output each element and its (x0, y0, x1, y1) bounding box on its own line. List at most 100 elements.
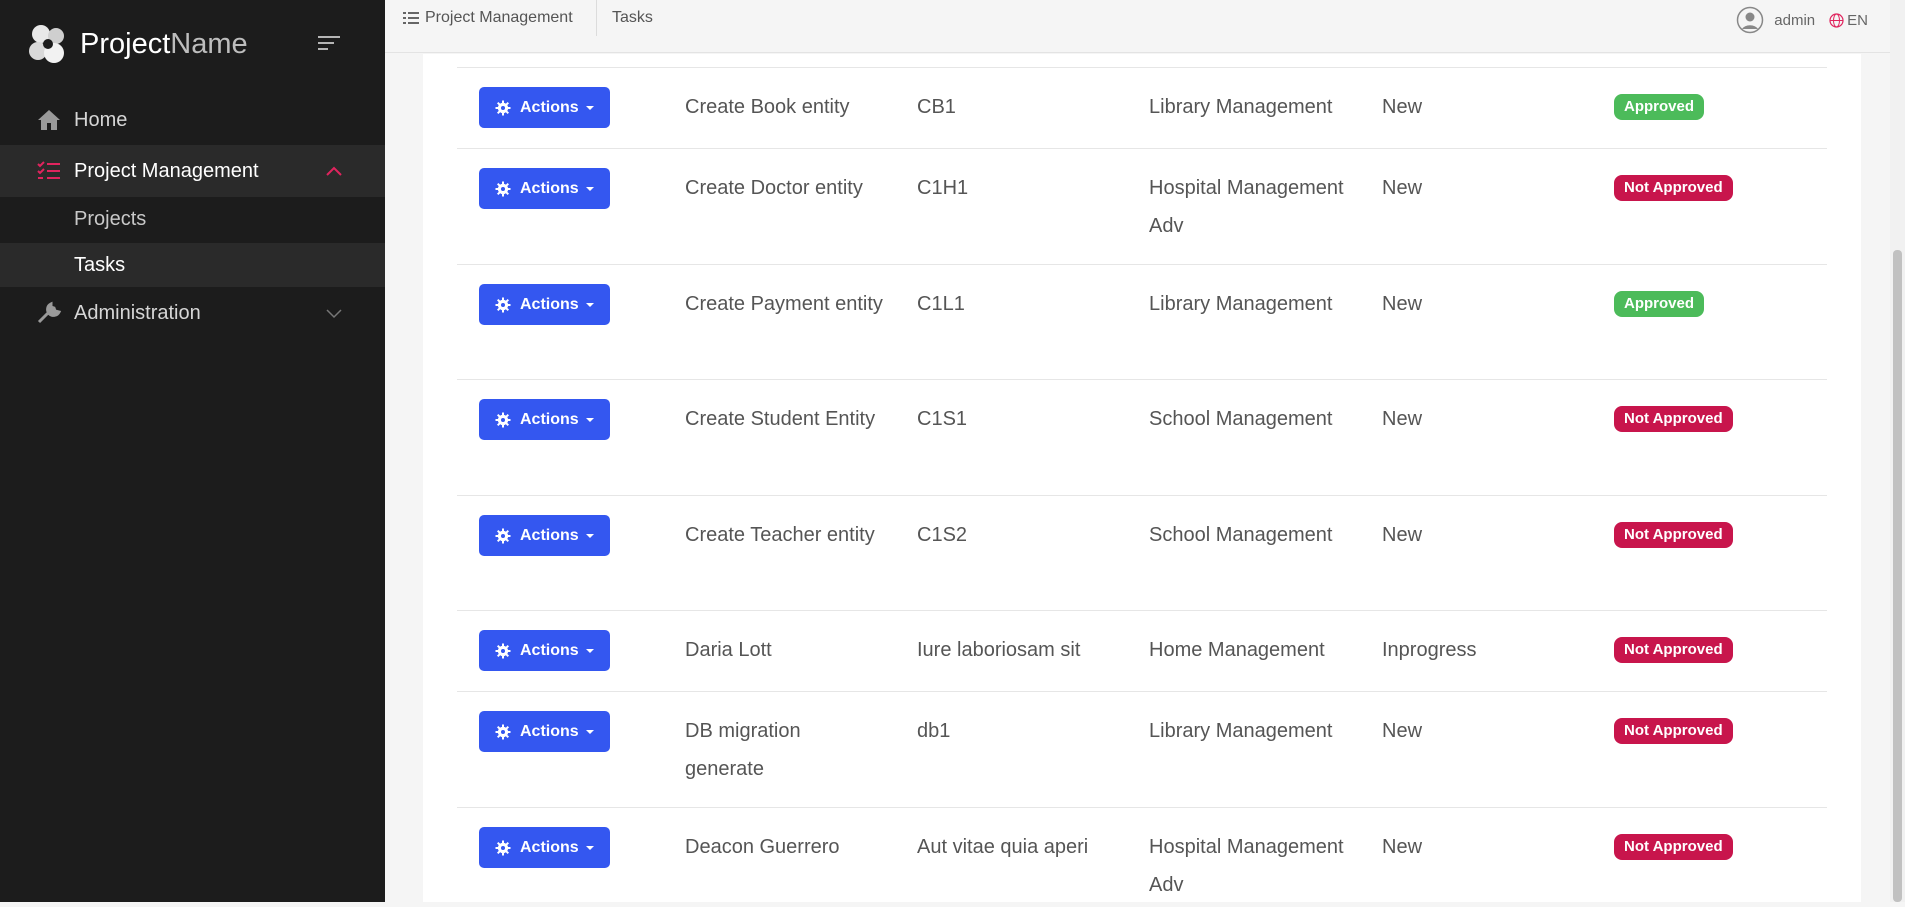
top-bar: Project Management Tasks admin EN (385, 0, 1890, 53)
task-name: Create Student Entity (685, 408, 876, 430)
actions-label: Actions (520, 641, 579, 659)
task-code: db1 (917, 720, 951, 742)
task-status: New (1382, 720, 1423, 742)
gear-icon (495, 412, 511, 427)
sidebar-toggle-icon[interactable] (318, 36, 340, 54)
task-code: C1H1 (917, 177, 969, 199)
table-row: Actions Create Payment entity C1L1 Library … (457, 264, 1827, 379)
task-status: New (1382, 293, 1423, 315)
gear-icon (495, 724, 511, 739)
task-code: Aut vitae quia aperi (917, 836, 1089, 858)
table-row: Actions DB migration generate db1 Library M… (457, 691, 1827, 807)
globe-icon (1829, 12, 1844, 28)
language-selector[interactable]: EN (1847, 12, 1868, 29)
approval-badge: Not Approved (1614, 834, 1733, 860)
caret-down-icon (585, 105, 594, 110)
actions-label: Actions (520, 410, 579, 428)
approval-badge: Not Approved (1614, 522, 1733, 548)
table-row: Actions Create Teacher entity C1S2 School M… (457, 495, 1827, 610)
task-status: New (1382, 177, 1423, 199)
sidebar-subitem-label: Projects (74, 208, 147, 230)
breadcrumb-divider (596, 0, 597, 36)
user-menu[interactable]: admin EN (1736, 6, 1890, 34)
breadcrumb-project-management[interactable]: Project Management (403, 0, 573, 36)
table-row: Actions Create Book entity CB1 Library Mana… (457, 67, 1827, 148)
actions-dropdown-button[interactable]: Actions (479, 284, 610, 325)
task-name: DB migration generate (685, 720, 801, 780)
actions-dropdown-button[interactable]: Actions (479, 711, 610, 752)
page-scrollbar[interactable] (1890, 0, 1905, 902)
breadcrumb-label: Tasks (612, 9, 653, 26)
sidebar-subitem-projects[interactable]: Projects (0, 197, 385, 241)
actions-label: Actions (520, 722, 579, 740)
sidebar-item-home[interactable]: Home (0, 94, 385, 146)
task-project: Home Management (1149, 639, 1325, 661)
task-project: School Management (1149, 408, 1333, 430)
gear-icon (495, 181, 511, 196)
approval-badge: Not Approved (1614, 718, 1733, 744)
actions-dropdown-button[interactable]: Actions (479, 827, 610, 868)
breadcrumb-label: Project Management (425, 9, 573, 26)
actions-dropdown-button[interactable]: Actions (479, 168, 610, 209)
gear-icon (495, 840, 511, 855)
user-name: admin (1774, 11, 1816, 29)
actions-label: Actions (520, 526, 579, 544)
actions-label: Actions (520, 838, 579, 856)
sidebar-item-project-management[interactable]: Project Management (0, 145, 385, 197)
sidebar-subitem-tasks[interactable]: Tasks (0, 243, 385, 287)
task-project: Library Management (1149, 720, 1333, 742)
actions-dropdown-button[interactable]: Actions (479, 87, 610, 128)
task-code: Iure laboriosam sit (917, 639, 1081, 661)
task-code: C1S2 (917, 524, 968, 546)
chevron-up-icon (326, 166, 342, 176)
task-code: C1S1 (917, 408, 968, 430)
actions-dropdown-button[interactable]: Actions (479, 399, 610, 440)
task-status: New (1382, 408, 1423, 430)
actions-label: Actions (520, 98, 579, 116)
actions-dropdown-button[interactable]: Actions (479, 630, 610, 671)
sidebar-subitem-label: Tasks (74, 254, 126, 276)
sidebar-item-label: Home (74, 108, 128, 131)
table-row: Actions Daria Lott Iure laboriosam sit Home… (457, 610, 1827, 691)
caret-down-icon (585, 302, 594, 307)
approval-badge: Not Approved (1614, 637, 1733, 663)
task-project: Library Management (1149, 96, 1333, 118)
scrollbar-thumb[interactable] (1893, 250, 1902, 902)
task-code: CB1 (917, 96, 956, 118)
task-project: Hospital Management Adv (1149, 836, 1344, 896)
sidebar: ProjectName Home Project Management Proj… (0, 0, 385, 902)
caret-down-icon (585, 845, 594, 850)
sidebar-item-administration[interactable]: Administration (0, 287, 385, 339)
sidebar-item-label: Project Management (74, 159, 259, 182)
brand-name-primary: Project (80, 27, 171, 60)
table-row: Actions Deacon Guerrero Aut vitae quia ape… (457, 807, 1827, 907)
actions-dropdown-button[interactable]: Actions (479, 515, 610, 556)
task-status: New (1382, 96, 1423, 118)
task-name: Create Payment entity (685, 293, 883, 315)
table-row: Actions Create Doctor entity C1H1 Hospital … (457, 148, 1827, 264)
list-check-icon (37, 161, 60, 179)
brand-name: ProjectName (80, 28, 248, 61)
gear-icon (495, 100, 511, 115)
caret-down-icon (585, 417, 594, 422)
caret-down-icon (585, 186, 594, 191)
task-status: New (1382, 836, 1423, 858)
brand-logo[interactable]: ProjectName (26, 22, 248, 66)
task-status: Inprogress (1382, 639, 1477, 661)
tasks-table-card: Actions Create Book entity CB1 Library Mana… (423, 54, 1861, 902)
approval-badge: Approved (1614, 94, 1705, 120)
brand-name-secondary: Name (170, 27, 248, 60)
approval-badge: Not Approved (1614, 406, 1733, 432)
caret-down-icon (585, 729, 594, 734)
caret-down-icon (585, 533, 594, 538)
gear-icon (495, 643, 511, 658)
task-name: Create Doctor entity (685, 177, 863, 199)
actions-label: Actions (520, 179, 579, 197)
task-status: New (1382, 524, 1423, 546)
wrench-icon (37, 301, 62, 324)
approval-badge: Approved (1614, 291, 1705, 317)
task-code: C1L1 (917, 293, 965, 315)
task-name: Create Book entity (685, 96, 850, 118)
breadcrumb-tasks[interactable]: Tasks (612, 0, 653, 36)
caret-down-icon (585, 648, 594, 653)
